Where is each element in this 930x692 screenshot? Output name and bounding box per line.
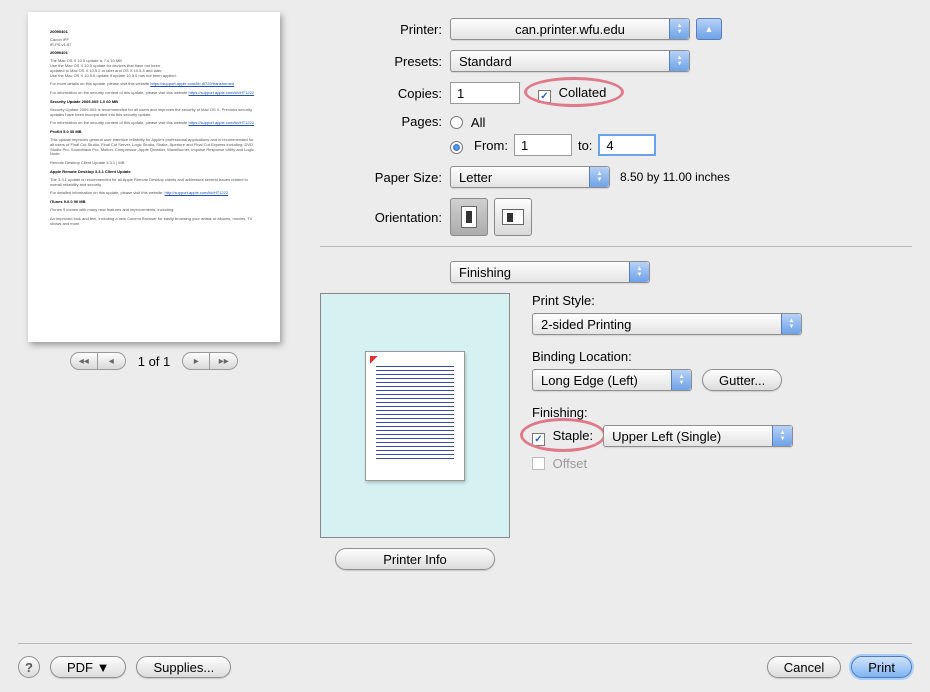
dropdown-arrows-icon: ▲▼ xyxy=(629,262,649,282)
pager-prev-group[interactable]: ◂◂ ◂ xyxy=(70,352,126,370)
pages-to-value: 4 xyxy=(606,138,613,153)
orientation-landscape-button[interactable] xyxy=(494,198,532,236)
finishing-label: Finishing: xyxy=(532,405,912,420)
print-style-label: Print Style: xyxy=(532,293,912,308)
orientation-label: Orientation: xyxy=(320,210,450,225)
print-style-value: 2-sided Printing xyxy=(541,317,631,332)
dropdown-arrows-icon: ▲▼ xyxy=(669,19,689,39)
print-style-select[interactable]: 2-sided Printing ▲▼ xyxy=(532,313,802,335)
page-preview: 20090401 Canon iPFiR-PS v1.87 20090401 T… xyxy=(28,12,280,342)
pages-to-label: to: xyxy=(578,138,592,153)
staple-label: Staple: xyxy=(553,428,593,443)
printer-info-label: Printer Info xyxy=(383,552,447,567)
dropdown-arrows-icon: ▲▼ xyxy=(589,167,609,187)
pages-from-label: From: xyxy=(474,138,508,153)
pages-from-input[interactable]: 1 xyxy=(514,134,572,156)
copies-input-value: 1 xyxy=(457,86,464,101)
collated-checkbox[interactable]: ✓ xyxy=(538,90,551,103)
printer-disclosure-button[interactable]: ▲ xyxy=(696,18,722,40)
presets-label: Presets: xyxy=(320,54,450,69)
pager-first[interactable]: ◂◂ xyxy=(70,352,98,370)
staple-position-select[interactable]: Upper Left (Single) ▲▼ xyxy=(603,425,793,447)
printer-info-button[interactable]: Printer Info xyxy=(335,548,495,570)
section-menu-value: Finishing xyxy=(459,265,511,280)
paper-size-value: Letter xyxy=(459,170,492,185)
pager-last[interactable]: ▸▸ xyxy=(210,352,238,370)
copies-label: Copies: xyxy=(320,86,450,101)
supplies-button[interactable]: Supplies... xyxy=(136,656,231,678)
section-menu-select[interactable]: Finishing ▲▼ xyxy=(450,261,650,283)
binding-location-value: Long Edge (Left) xyxy=(541,373,638,388)
pages-from-radio[interactable] xyxy=(450,141,463,154)
portrait-icon xyxy=(461,206,477,228)
supplies-label: Supplies... xyxy=(153,660,214,675)
collated-label: Collated xyxy=(559,85,607,100)
orientation-portrait-button[interactable] xyxy=(450,198,488,236)
pages-all-label: All xyxy=(471,115,485,130)
paper-size-label: Paper Size: xyxy=(320,170,450,185)
gutter-button[interactable]: Gutter... xyxy=(702,369,782,391)
pages-from-value: 1 xyxy=(521,138,528,153)
pager-prev[interactable]: ◂ xyxy=(98,352,126,370)
offset-checkbox xyxy=(532,457,545,470)
presets-value: Standard xyxy=(459,54,512,69)
finishing-preview xyxy=(320,293,510,538)
staple-checkbox[interactable]: ✓ xyxy=(532,433,545,446)
print-button[interactable]: Print xyxy=(851,656,912,678)
cancel-label: Cancel xyxy=(784,660,824,675)
cancel-button[interactable]: Cancel xyxy=(767,656,841,678)
pages-to-input[interactable]: 4 xyxy=(598,134,656,156)
printer-label: Printer: xyxy=(320,22,450,37)
staple-position-value: Upper Left (Single) xyxy=(612,429,721,444)
print-label: Print xyxy=(868,660,895,675)
offset-label: Offset xyxy=(553,456,587,471)
presets-select[interactable]: Standard ▲▼ xyxy=(450,50,690,72)
dropdown-arrows-icon: ▲▼ xyxy=(671,370,691,390)
paper-dims: 8.50 by 11.00 inches xyxy=(620,170,730,184)
pages-all-radio[interactable] xyxy=(450,116,463,129)
paper-size-select[interactable]: Letter ▲▼ xyxy=(450,166,610,188)
binding-location-label: Binding Location: xyxy=(532,349,912,364)
help-button[interactable]: ? xyxy=(18,656,40,678)
printer-value: can.printer.wfu.edu xyxy=(515,22,625,37)
dropdown-arrows-icon: ▲▼ xyxy=(772,426,792,446)
pager-status: 1 of 1 xyxy=(138,354,171,369)
landscape-icon xyxy=(502,209,524,225)
pager-next-group[interactable]: ▸ ▸▸ xyxy=(182,352,238,370)
dropdown-arrows-icon: ▲▼ xyxy=(781,314,801,334)
pages-label: Pages: xyxy=(320,114,450,129)
pager-next[interactable]: ▸ xyxy=(182,352,210,370)
gutter-label: Gutter... xyxy=(719,373,765,388)
copies-input[interactable]: 1 xyxy=(450,82,520,104)
printer-select[interactable]: can.printer.wfu.edu ▲▼ xyxy=(450,18,690,40)
pdf-menu-button[interactable]: PDF ▼ xyxy=(50,656,126,678)
finishing-preview-sheet xyxy=(365,351,465,481)
pdf-menu-label: PDF ▼ xyxy=(67,660,109,675)
dropdown-arrows-icon: ▲▼ xyxy=(669,51,689,71)
binding-location-select[interactable]: Long Edge (Left) ▲▼ xyxy=(532,369,692,391)
